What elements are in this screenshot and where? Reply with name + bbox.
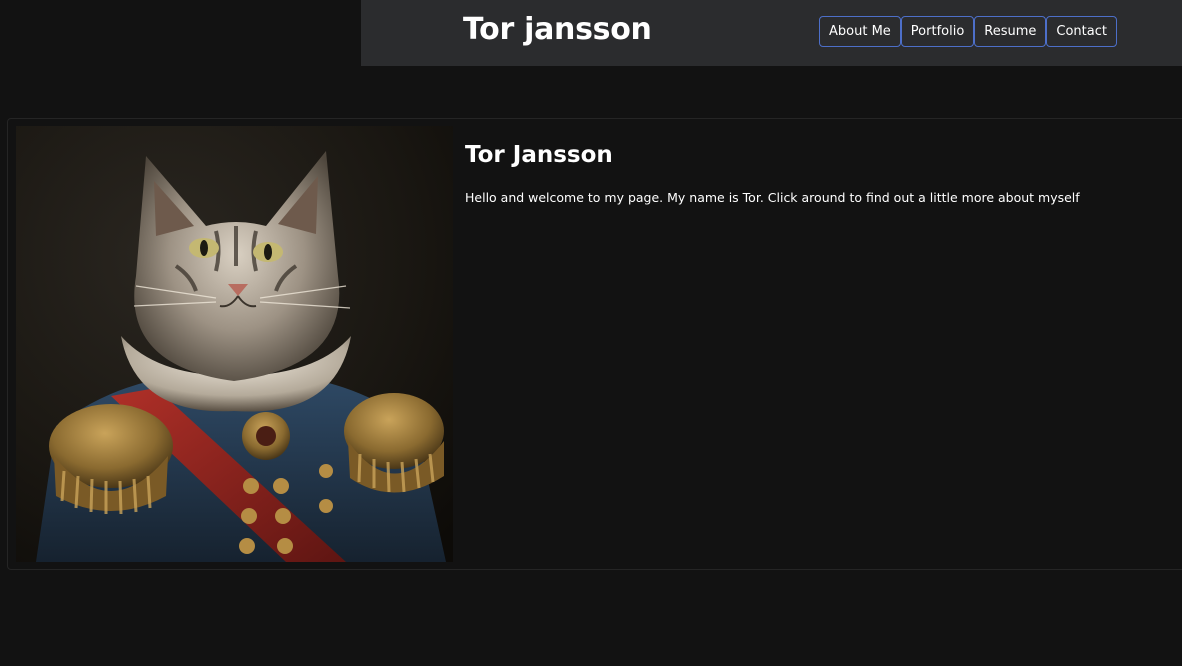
nav-portfolio-button[interactable]: Portfolio [900, 16, 975, 47]
profile-intro: Hello and welcome to my page. My name is… [465, 190, 1080, 205]
nav-resume-button[interactable]: Resume [974, 16, 1047, 47]
nav-contact-button[interactable]: Contact [1046, 16, 1117, 47]
main-nav: About Me Portfolio Resume Contact [819, 16, 1117, 47]
profile-card: Tor Jansson Hello and welcome to my page… [7, 118, 1182, 570]
site-header: Tor jansson About Me Portfolio Resume Co… [361, 0, 1182, 66]
profile-card-body: Tor Jansson Hello and welcome to my page… [465, 139, 1165, 207]
profile-image [16, 126, 453, 562]
site-title: Tor jansson [463, 12, 652, 47]
nav-about-me-button[interactable]: About Me [819, 16, 901, 47]
profile-name: Tor Jansson [465, 142, 613, 168]
cat-portrait-illustration [16, 126, 453, 562]
